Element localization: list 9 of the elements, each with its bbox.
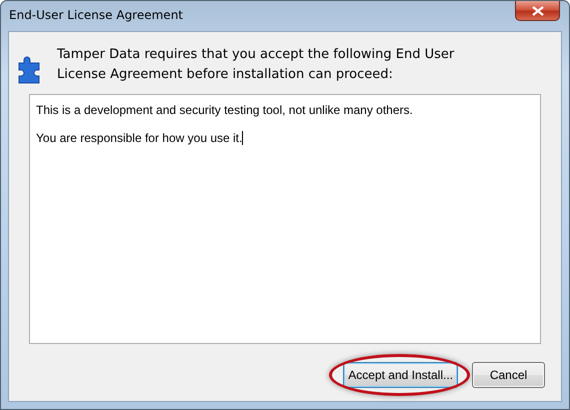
- license-paragraph: You are responsible for how you use it.: [36, 131, 242, 145]
- license-text-area[interactable]: This is a development and security testing tool, not unlike many others. You are responsible for how you use it.: [29, 94, 541, 344]
- dialog-button[interactable]: Accept and Install...: [343, 362, 458, 388]
- license-paragraph: This is a development and security testing tool, not unlike many others.: [36, 103, 413, 117]
- window-title: End-User License Agreement: [9, 8, 183, 22]
- close-button[interactable]: [515, 1, 560, 21]
- install-message: Tamper Data requires that you accept the following End User License Agreement before installation can proceed:: [57, 46, 456, 84]
- close-icon: [532, 6, 544, 16]
- dialog-button[interactable]: Cancel: [472, 362, 545, 388]
